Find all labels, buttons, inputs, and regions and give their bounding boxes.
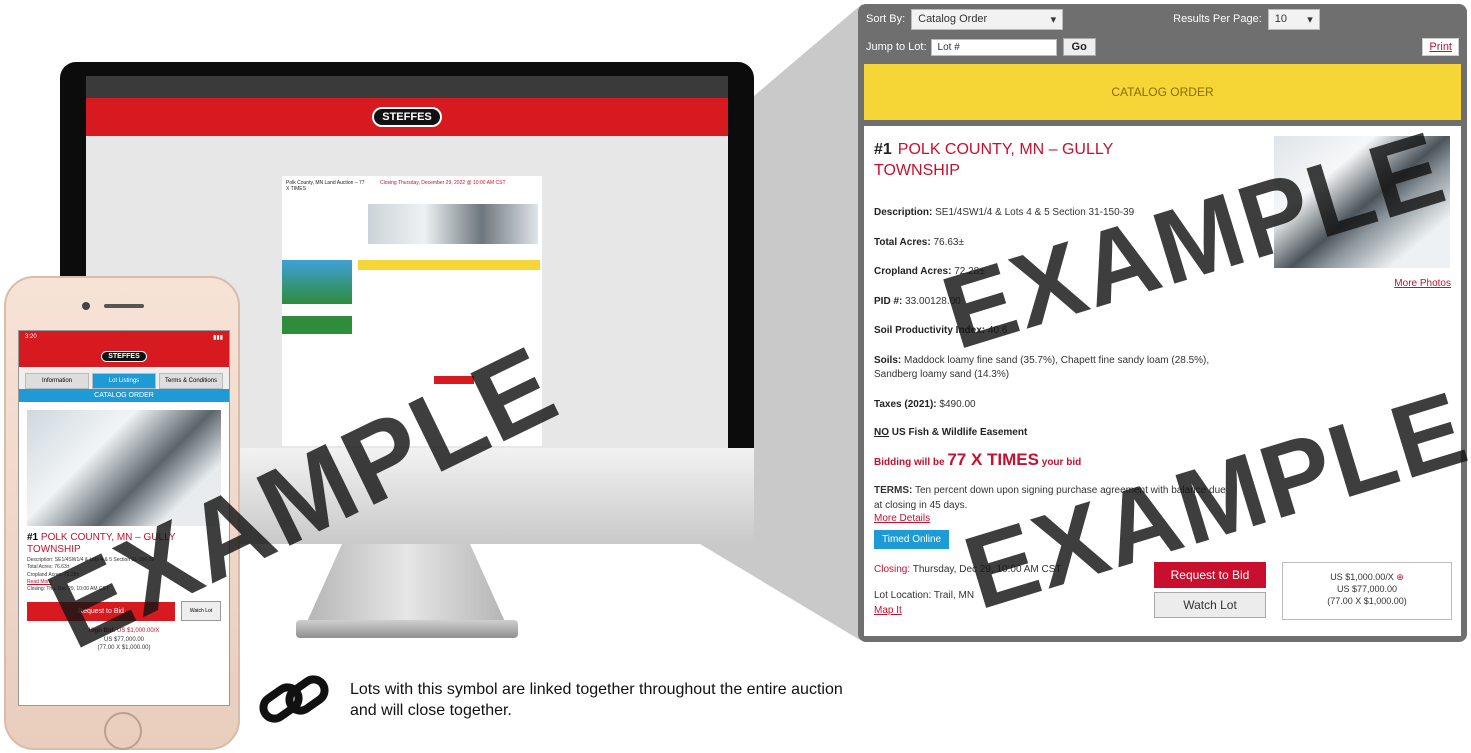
- lot-location: Lot Location: Trail, MN Map It: [874, 588, 974, 618]
- jump-to-lot-label: Jump to Lot:: [866, 41, 927, 53]
- map-it-link[interactable]: Map It: [874, 603, 974, 618]
- chain-link-icon: [259, 675, 329, 723]
- more-photos-link[interactable]: More Photos: [1394, 278, 1451, 289]
- tab-terms[interactable]: Terms & Conditions: [159, 373, 223, 389]
- fact-soils: Soils: Maddock loamy fine sand (35.7%), …: [874, 354, 1210, 381]
- high-bid-value: US $1,000.00/X ⊕: [1330, 572, 1404, 582]
- desktop-lot-heading: Polk County, MN Land Auction – 77 X TIME…: [286, 180, 365, 192]
- fact-taxes: Taxes (2021): $490.00: [874, 398, 976, 410]
- lot-location-text: Lot Location: Trail, MN: [874, 590, 975, 601]
- desktop-catalog-banner: [358, 260, 540, 270]
- speaker-grille: [104, 304, 144, 308]
- more-details-link[interactable]: More Details: [874, 513, 930, 524]
- site-logo[interactable]: STEFFES: [372, 107, 442, 127]
- results-per-page-label: Results Per Page:: [1173, 13, 1262, 25]
- desktop-green-box: [282, 316, 352, 334]
- timed-online-badge: Timed Online: [874, 530, 950, 549]
- imac-stand-base: [296, 620, 518, 638]
- imac-stand: [306, 544, 506, 624]
- desktop-ad-image: [282, 260, 352, 304]
- lot-title-text: POLK COUNTY, MN – GULLY TOWNSHIP: [874, 141, 1113, 179]
- phone-site-logo[interactable]: STEFFES: [101, 350, 147, 362]
- sort-toolbar: Sort By: Catalog Order ▾ Results Per Pag…: [858, 4, 1467, 34]
- chevron-down-icon: ▾: [1050, 13, 1057, 26]
- print-link[interactable]: Print: [1422, 38, 1459, 56]
- sort-by-value: Catalog Order: [918, 13, 988, 25]
- desktop-photo-strip: [368, 204, 538, 244]
- link-icon[interactable]: ⊕: [1396, 572, 1404, 582]
- results-per-page-value: 10: [1274, 13, 1288, 25]
- camera-icon: [82, 302, 90, 310]
- browser-toolbar: [86, 76, 728, 98]
- linked-lots-note: Lots with this symbol are linked togethe…: [350, 681, 843, 719]
- lot-number: #1: [874, 141, 892, 158]
- jump-toolbar: Jump to Lot: Lot # Go Print: [858, 34, 1467, 60]
- jump-to-lot-input[interactable]: Lot #: [930, 38, 1057, 56]
- battery-icon: ▮▮▮: [213, 335, 223, 341]
- sort-by-select[interactable]: Catalog Order ▾: [911, 8, 1064, 30]
- go-button[interactable]: Go: [1062, 38, 1096, 56]
- high-bid-box: US $1,000.00/X ⊕ US $77,000.00 (77.00 X …: [1282, 562, 1452, 620]
- sort-by-label: Sort By:: [866, 13, 906, 25]
- lot-title[interactable]: #1 POLK COUNTY, MN – GULLY TOWNSHIP: [874, 140, 1174, 182]
- tab-information[interactable]: Information: [25, 373, 89, 389]
- results-per-page-select[interactable]: 10 ▾: [1267, 8, 1320, 30]
- phone-site-header: STEFFES: [19, 345, 229, 367]
- phone-tabs: Information Lot Listings Terms & Conditi…: [19, 367, 229, 389]
- phone-time: 3:20: [25, 334, 37, 340]
- phone-catalog-banner: CATALOG ORDER: [19, 389, 229, 402]
- home-button[interactable]: [104, 712, 142, 750]
- catalog-order-banner: CATALOG ORDER: [864, 64, 1461, 120]
- site-header: STEFFES: [86, 98, 728, 136]
- watch-lot-button[interactable]: Watch Lot: [1154, 592, 1266, 618]
- high-bid-total: US $77,000.00: [1336, 584, 1398, 595]
- desktop-closing: Closing Thursday, December 29, 2022 @ 10…: [380, 180, 506, 186]
- phone-status-bar: 3:20 ▮▮▮: [19, 331, 229, 345]
- chevron-down-icon: ▾: [1307, 13, 1313, 26]
- high-bid-calc: (77.00 X $1,000.00): [1327, 596, 1407, 607]
- tab-lot-listings[interactable]: Lot Listings: [92, 373, 156, 389]
- easement-note: NO US Fish & Wildlife Easement: [874, 427, 1028, 438]
